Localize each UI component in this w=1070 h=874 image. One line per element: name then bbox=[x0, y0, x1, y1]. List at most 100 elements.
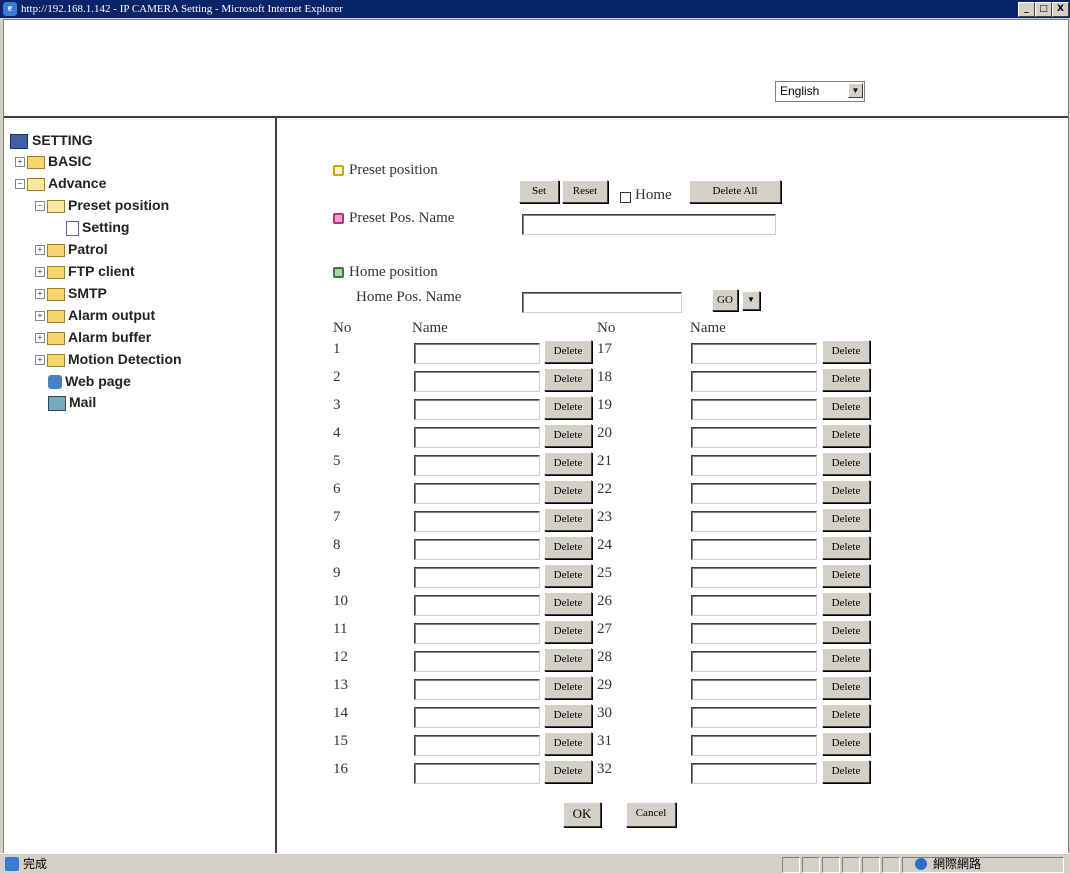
preset-name-input[interactable] bbox=[691, 763, 817, 784]
preset-name-input[interactable] bbox=[691, 567, 817, 588]
home-pos-name-input[interactable] bbox=[522, 292, 682, 313]
maximize-button[interactable]: □ bbox=[1035, 2, 1052, 17]
tree-item-alarm-output[interactable]: + Alarm output bbox=[35, 305, 155, 325]
delete-button[interactable]: Delete bbox=[544, 676, 592, 699]
tree-item-smtp[interactable]: + SMTP bbox=[35, 283, 107, 303]
expand-icon[interactable]: + bbox=[35, 333, 45, 344]
delete-button[interactable]: Delete bbox=[544, 424, 592, 447]
preset-name-input[interactable] bbox=[414, 427, 540, 448]
delete-button[interactable]: Delete bbox=[822, 648, 870, 671]
preset-name-input[interactable] bbox=[414, 735, 540, 756]
tree-item-basic[interactable]: + BASIC bbox=[15, 151, 92, 171]
preset-name-input[interactable] bbox=[414, 539, 540, 560]
delete-button[interactable]: Delete bbox=[544, 592, 592, 615]
home-checkbox[interactable] bbox=[620, 192, 631, 203]
delete-button[interactable]: Delete bbox=[822, 564, 870, 587]
delete-all-button[interactable]: Delete All bbox=[689, 180, 781, 203]
delete-button[interactable]: Delete bbox=[822, 340, 870, 363]
delete-button[interactable]: Delete bbox=[544, 508, 592, 531]
delete-button[interactable]: Delete bbox=[544, 536, 592, 559]
delete-button[interactable]: Delete bbox=[544, 564, 592, 587]
go-button[interactable]: GO bbox=[712, 289, 738, 311]
expand-icon[interactable]: + bbox=[35, 267, 45, 278]
preset-name-input[interactable] bbox=[691, 651, 817, 672]
expand-icon[interactable]: + bbox=[35, 289, 45, 300]
delete-button[interactable]: Delete bbox=[822, 760, 870, 783]
collapse-icon[interactable]: − bbox=[15, 179, 25, 190]
tree-item-advance[interactable]: − Advance bbox=[15, 173, 106, 193]
preset-pos-name-input[interactable] bbox=[522, 214, 776, 235]
preset-name-input[interactable] bbox=[691, 483, 817, 504]
preset-name-input[interactable] bbox=[691, 539, 817, 560]
language-select[interactable]: English ▼ bbox=[775, 81, 865, 102]
preset-name-input[interactable] bbox=[414, 763, 540, 784]
delete-button[interactable]: Delete bbox=[822, 396, 870, 419]
preset-name-input[interactable] bbox=[691, 399, 817, 420]
close-button[interactable]: X bbox=[1052, 2, 1069, 17]
preset-name-input[interactable] bbox=[414, 343, 540, 364]
chevron-down-icon[interactable]: ▼ bbox=[848, 83, 863, 98]
tree-item-preset-position[interactable]: − Preset position bbox=[35, 195, 169, 215]
preset-name-input[interactable] bbox=[691, 511, 817, 532]
delete-button[interactable]: Delete bbox=[822, 592, 870, 615]
preset-name-input[interactable] bbox=[414, 483, 540, 504]
preset-name-input[interactable] bbox=[691, 427, 817, 448]
preset-name-input[interactable] bbox=[414, 707, 540, 728]
expand-icon[interactable]: + bbox=[15, 157, 25, 168]
preset-name-input[interactable] bbox=[414, 567, 540, 588]
expand-icon[interactable]: + bbox=[35, 355, 45, 366]
delete-button[interactable]: Delete bbox=[822, 676, 870, 699]
delete-button[interactable]: Delete bbox=[544, 648, 592, 671]
preset-name-input[interactable] bbox=[691, 707, 817, 728]
preset-name-input[interactable] bbox=[691, 371, 817, 392]
preset-name-input[interactable] bbox=[691, 623, 817, 644]
delete-button[interactable]: Delete bbox=[544, 704, 592, 727]
delete-button[interactable]: Delete bbox=[822, 452, 870, 475]
delete-button[interactable]: Delete bbox=[544, 620, 592, 643]
delete-button[interactable]: Delete bbox=[544, 396, 592, 419]
preset-name-input[interactable] bbox=[414, 371, 540, 392]
preset-name-input[interactable] bbox=[691, 595, 817, 616]
delete-button[interactable]: Delete bbox=[544, 340, 592, 363]
delete-button[interactable]: Delete bbox=[822, 368, 870, 391]
ok-button[interactable]: OK bbox=[563, 802, 601, 827]
preset-name-input[interactable] bbox=[414, 511, 540, 532]
delete-button[interactable]: Delete bbox=[822, 424, 870, 447]
preset-name-input[interactable] bbox=[691, 343, 817, 364]
delete-button[interactable]: Delete bbox=[822, 704, 870, 727]
delete-button[interactable]: Delete bbox=[822, 732, 870, 755]
tree-root-setting[interactable]: SETTING bbox=[10, 130, 93, 150]
preset-name-input[interactable] bbox=[691, 455, 817, 476]
preset-name-input[interactable] bbox=[691, 735, 817, 756]
preset-name-input[interactable] bbox=[414, 595, 540, 616]
delete-button[interactable]: Delete bbox=[544, 452, 592, 475]
tree-item-patrol[interactable]: + Patrol bbox=[35, 239, 108, 259]
preset-name-input[interactable] bbox=[414, 399, 540, 420]
tree-item-ftp-client[interactable]: + FTP client bbox=[35, 261, 135, 281]
set-button[interactable]: Set bbox=[519, 180, 559, 203]
minimize-button[interactable]: _ bbox=[1018, 2, 1035, 17]
preset-name-input[interactable] bbox=[414, 623, 540, 644]
expand-icon[interactable]: + bbox=[35, 311, 45, 322]
delete-button[interactable]: Delete bbox=[822, 536, 870, 559]
delete-button[interactable]: Delete bbox=[822, 480, 870, 503]
preset-name-input[interactable] bbox=[414, 651, 540, 672]
home-position-dropdown[interactable]: ▼ bbox=[742, 291, 760, 310]
tree-item-alarm-buffer[interactable]: + Alarm buffer bbox=[35, 327, 151, 347]
tree-item-web-page[interactable]: Web page bbox=[48, 371, 131, 391]
tree-item-motion-detection[interactable]: + Motion Detection bbox=[35, 349, 182, 369]
cancel-button[interactable]: Cancel bbox=[626, 802, 676, 827]
collapse-icon[interactable]: − bbox=[35, 201, 45, 212]
preset-name-input[interactable] bbox=[414, 455, 540, 476]
expand-icon[interactable]: + bbox=[35, 245, 45, 256]
reset-button[interactable]: Reset bbox=[562, 180, 608, 203]
delete-button[interactable]: Delete bbox=[544, 732, 592, 755]
tree-item-setting[interactable]: Setting bbox=[66, 217, 129, 237]
delete-button[interactable]: Delete bbox=[822, 620, 870, 643]
preset-name-input[interactable] bbox=[691, 679, 817, 700]
tree-item-mail[interactable]: Mail bbox=[48, 392, 96, 412]
delete-button[interactable]: Delete bbox=[544, 480, 592, 503]
delete-button[interactable]: Delete bbox=[822, 508, 870, 531]
delete-button[interactable]: Delete bbox=[544, 760, 592, 783]
delete-button[interactable]: Delete bbox=[544, 368, 592, 391]
